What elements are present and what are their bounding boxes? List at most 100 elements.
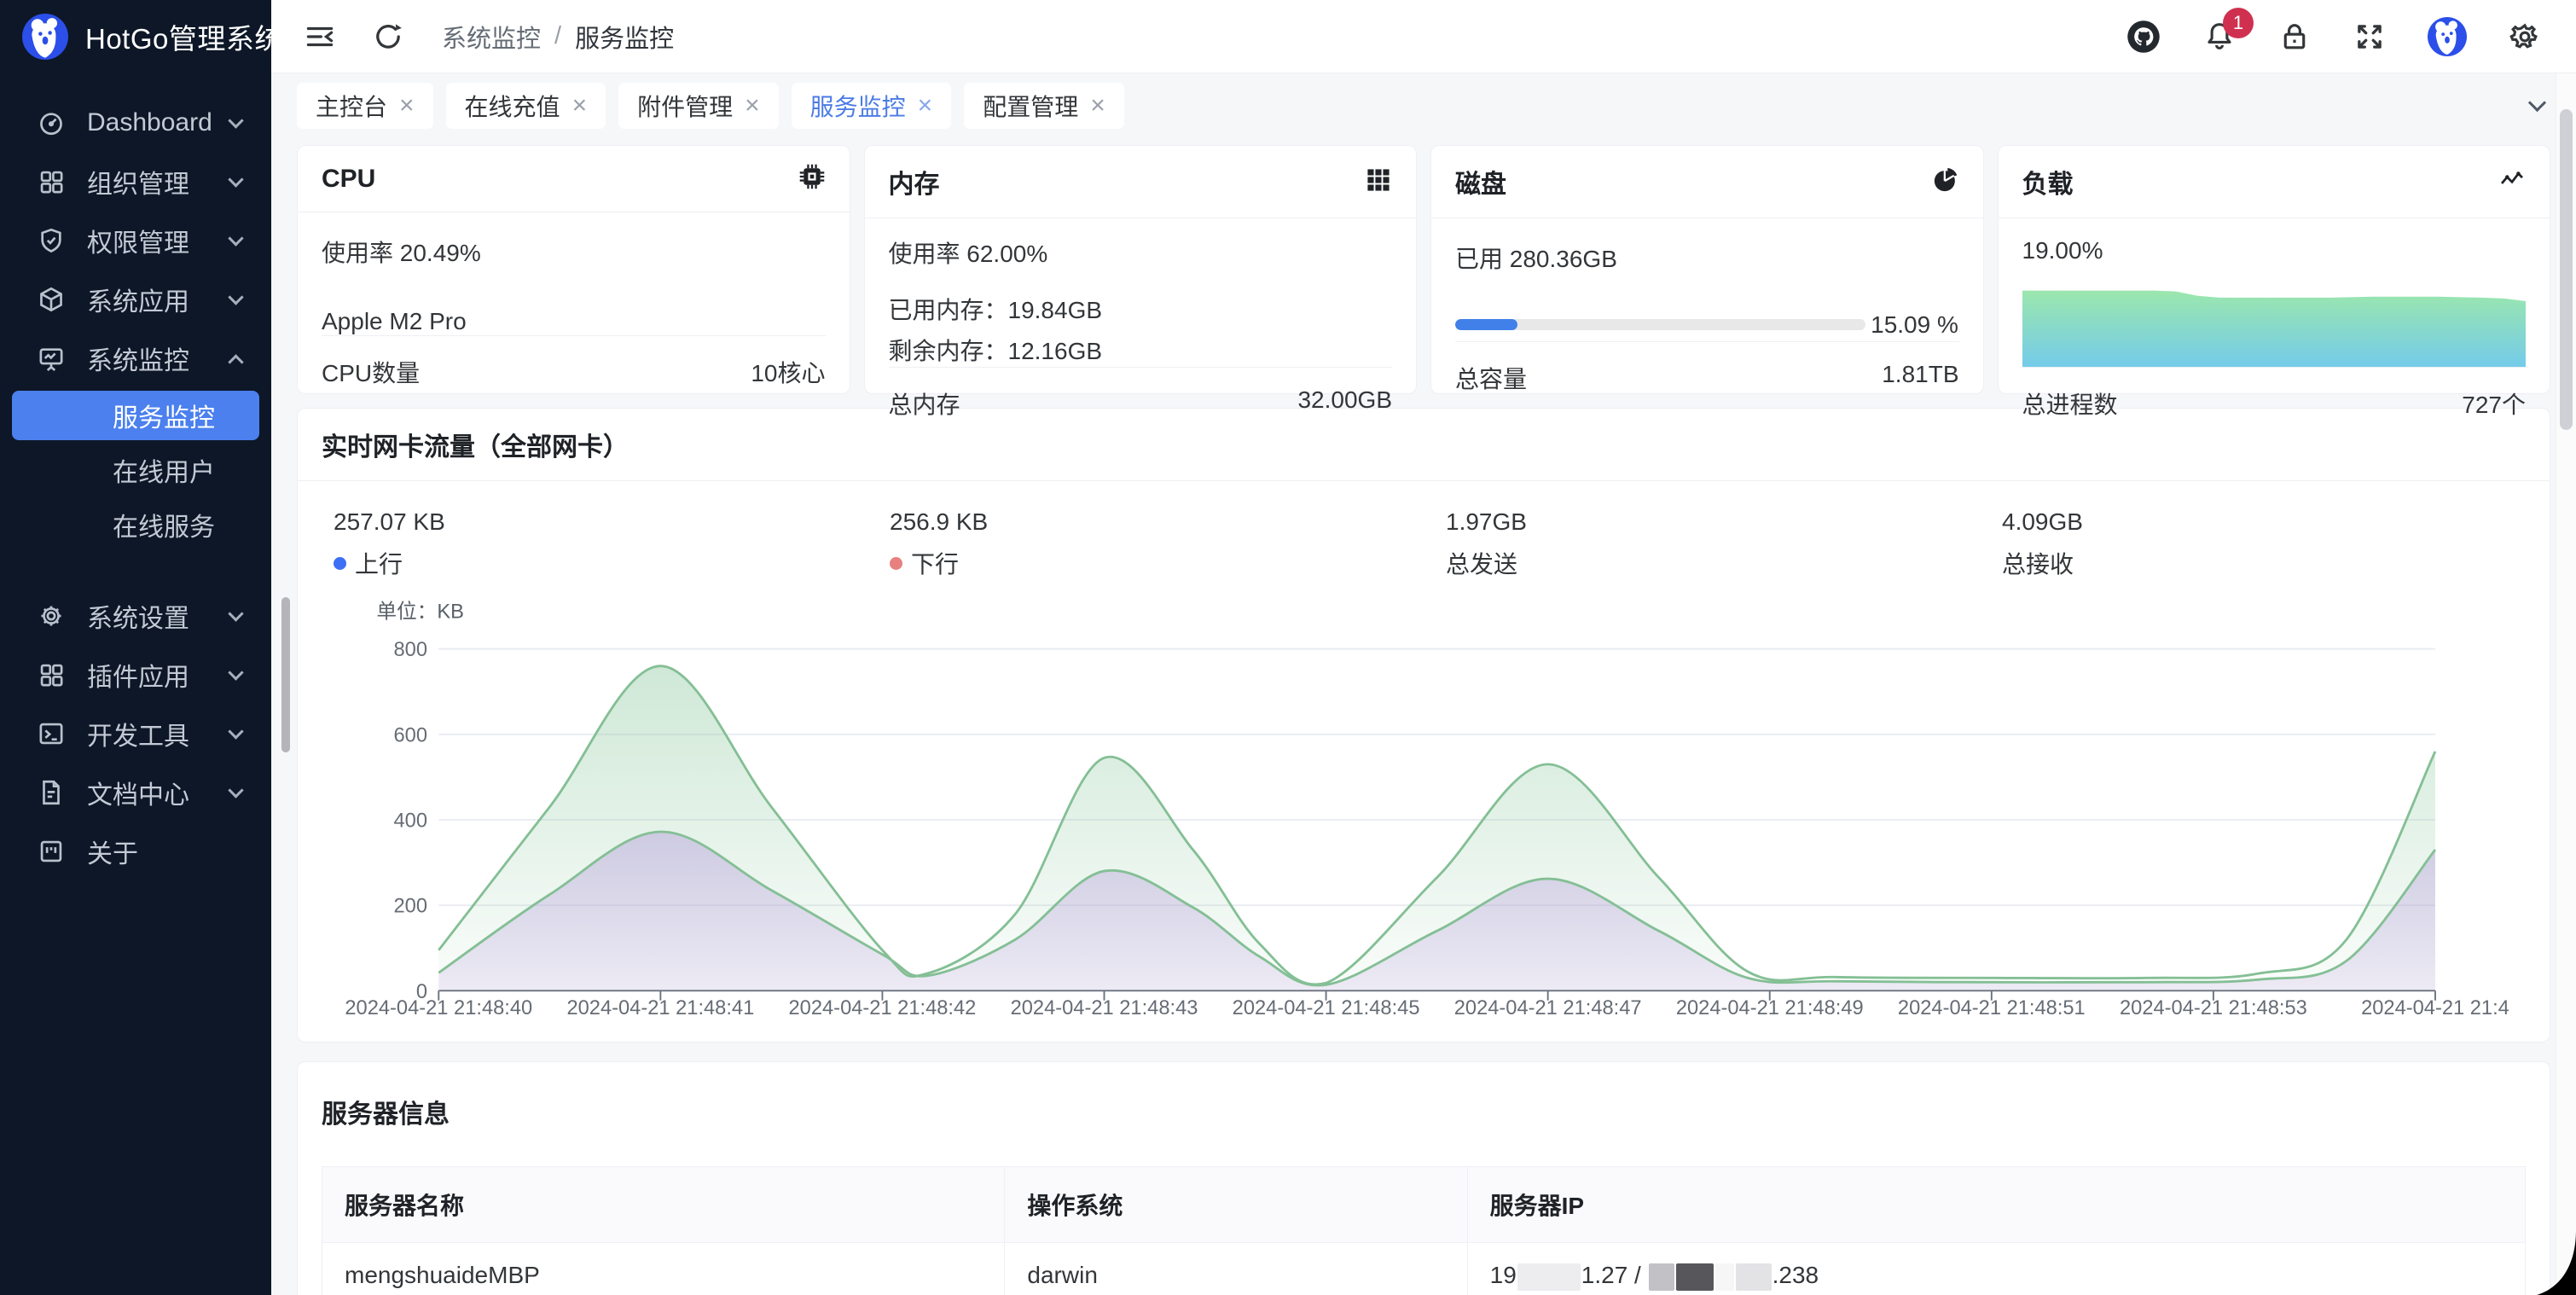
breadcrumb-parent[interactable]: 系统监控 xyxy=(442,19,541,55)
sidebar-subitem-online-users[interactable]: 在线用户 xyxy=(12,445,259,495)
stat-label: 总接收 xyxy=(2002,546,2074,580)
col-server-name: 服务器名称 xyxy=(322,1167,1005,1242)
stat-downstream: 256.9 KB 下行 xyxy=(867,508,1424,580)
fullscreen-icon[interactable] xyxy=(2353,20,2387,54)
cell-server-name: mengshuaideMBP xyxy=(322,1242,1005,1295)
sidebar-subitem-online-services[interactable]: 在线服务 xyxy=(12,500,259,549)
tabbar-chevron-down-icon[interactable] xyxy=(2528,95,2550,117)
disk-progress-track xyxy=(1455,319,1865,330)
sidebar-subitem-label: 在线服务 xyxy=(113,506,215,543)
disk-footer-value: 1.81TB xyxy=(1882,361,1958,395)
cpu-model: Apple M2 Pro xyxy=(322,308,826,335)
load-card: 负载 19.00% 总进程数 727个 xyxy=(1998,145,2551,394)
logo-row[interactable]: HotGo管理系统 xyxy=(0,0,271,73)
svg-text:2024-04-21 21:48:42: 2024-04-21 21:48:42 xyxy=(789,997,977,1019)
tab-label: 主控台 xyxy=(316,89,387,123)
content-scrollbar-thumb[interactable] xyxy=(281,597,290,752)
disk-footer-label: 总容量 xyxy=(1455,361,1527,395)
close-icon[interactable]: × xyxy=(1090,93,1105,119)
notifications-bell-icon[interactable]: 1 xyxy=(2202,20,2237,54)
collapse-sidebar-icon[interactable] xyxy=(304,20,336,53)
breadcrumb: 系统监控 / 服务监控 xyxy=(442,19,674,55)
stat-total-received: 4.09GB 总接收 xyxy=(1980,508,2536,580)
vertical-scrollbar-thumb[interactable] xyxy=(2560,109,2573,430)
sidebar-item-settings[interactable]: 系统设置 xyxy=(0,589,271,643)
tab-config[interactable]: 配置管理 × xyxy=(964,83,1124,129)
memory-grid-icon xyxy=(1365,166,1392,198)
memory-free: 剩余内存：12.16GB xyxy=(889,333,1393,367)
tab-console[interactable]: 主控台 × xyxy=(297,83,433,129)
avatar[interactable] xyxy=(2428,17,2467,56)
app-title: HotGo管理系统 xyxy=(85,16,283,57)
sidebar-item-system-monitor[interactable]: 系统监控 xyxy=(0,331,271,386)
cpu-card: CPU 使用率 20.49% Apple M2 Pro xyxy=(297,145,850,394)
svg-text:2024-04-21 21:48:47: 2024-04-21 21:48:47 xyxy=(1454,997,1642,1019)
chevron-down-icon xyxy=(229,232,246,249)
downstream-dot-icon xyxy=(890,557,902,570)
tab-online-recharge[interactable]: 在线充值 × xyxy=(446,83,606,129)
github-icon[interactable] xyxy=(2126,19,2161,55)
ip-redaction-block xyxy=(1649,1263,1674,1291)
svg-text:600: 600 xyxy=(394,724,428,746)
network-card-title: 实时网卡流量（全部网卡） xyxy=(322,433,629,462)
gear-icon xyxy=(34,601,68,630)
svg-text:400: 400 xyxy=(394,810,428,832)
tab-attachments[interactable]: 附件管理 × xyxy=(618,83,779,129)
settings-gear-icon[interactable] xyxy=(2508,20,2542,54)
stat-value: 4.09GB xyxy=(2002,508,2536,536)
disk-used: 已用 280.36GB xyxy=(1455,241,1959,275)
tab-label: 服务监控 xyxy=(810,89,906,123)
app-screen: HotGo管理系统 Dashboard 组织 xyxy=(0,0,2576,1295)
chevron-up-icon xyxy=(229,350,246,367)
load-card-title: 负载 xyxy=(2022,163,2074,200)
close-icon[interactable]: × xyxy=(918,93,933,119)
disk-pie-icon xyxy=(1932,166,1959,198)
screen-corner xyxy=(2537,1230,2576,1295)
sidebar-item-dev-tools[interactable]: 开发工具 xyxy=(0,706,271,761)
sidebar-item-dashboard[interactable]: Dashboard xyxy=(0,96,271,150)
document-icon xyxy=(34,778,68,807)
sidebar-item-system-app[interactable]: 系统应用 xyxy=(0,272,271,327)
close-icon[interactable]: × xyxy=(399,93,415,119)
sidebar-item-label: 系统应用 xyxy=(87,281,189,318)
stat-label: 上行 xyxy=(355,546,403,580)
stat-value: 256.9 KB xyxy=(890,508,1424,536)
svg-text:2024-04-21 21:48:49: 2024-04-21 21:48:49 xyxy=(1676,997,1864,1019)
close-icon[interactable]: × xyxy=(745,93,760,119)
about-icon xyxy=(34,837,68,866)
sidebar-item-plugins[interactable]: 插件应用 xyxy=(0,648,271,702)
sidebar-item-docs[interactable]: 文档中心 xyxy=(0,765,271,820)
refresh-icon[interactable] xyxy=(372,20,404,53)
cell-os: darwin xyxy=(1005,1242,1467,1295)
ip-redaction-block xyxy=(1715,1263,1734,1291)
ip-text: 1.27 / xyxy=(1581,1262,1648,1288)
stat-label: 下行 xyxy=(911,546,959,580)
sidebar-item-permission[interactable]: 权限管理 xyxy=(0,213,271,268)
svg-text:2024-04-21 21:48:41: 2024-04-21 21:48:41 xyxy=(566,997,754,1019)
cpu-card-title: CPU xyxy=(322,165,375,194)
sidebar-item-label: 权限管理 xyxy=(87,222,189,259)
ip-redaction-block xyxy=(1676,1263,1714,1291)
cpu-chip-icon xyxy=(798,163,826,195)
cpu-footer-value: 10核心 xyxy=(751,355,825,389)
tab-service-monitor[interactable]: 服务监控 × xyxy=(792,83,952,129)
svg-text:200: 200 xyxy=(394,896,428,918)
stat-upstream: 257.07 KB 上行 xyxy=(311,508,867,580)
tab-label: 在线充值 xyxy=(465,89,560,123)
chevron-down-icon xyxy=(229,607,246,624)
col-server-ip: 服务器IP xyxy=(1468,1167,2525,1242)
breadcrumb-current: 服务监控 xyxy=(575,19,674,55)
shield-check-icon xyxy=(34,226,68,255)
table-row[interactable]: mengshuaideMBP darwin 191.27 / .238 xyxy=(322,1242,2525,1295)
svg-text:2024-04-21 21:4: 2024-04-21 21:4 xyxy=(2361,997,2509,1019)
sidebar-item-about[interactable]: 关于 xyxy=(0,824,271,879)
lock-icon[interactable] xyxy=(2277,20,2312,54)
sidebar-item-label: 系统监控 xyxy=(87,340,189,377)
chevron-down-icon xyxy=(229,291,246,308)
close-icon[interactable]: × xyxy=(572,93,588,119)
stat-value: 257.07 KB xyxy=(334,508,867,536)
sidebar-item-org[interactable]: 组织管理 xyxy=(0,154,271,209)
tabbar: 主控台 × 在线充值 × 附件管理 × 服务监控 × 配置管理 × xyxy=(271,73,2576,138)
network-traffic-chart[interactable]: 0200400600800单位：KB2024-04-21 21:48:40202… xyxy=(298,597,2550,1042)
sidebar-subitem-service-monitor[interactable]: 服务监控 xyxy=(12,391,259,440)
